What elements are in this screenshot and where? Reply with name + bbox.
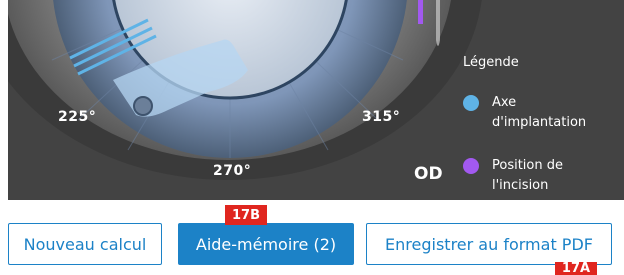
angle-label-270: 270°: [213, 163, 252, 179]
legend-label-axis: Axe d'implantation: [492, 93, 586, 133]
legend-dot-axis: [463, 95, 479, 111]
incision-marker: [418, 0, 423, 24]
legend-label-incision-line2: l'incision: [492, 178, 549, 193]
new-calculation-button[interactable]: Nouveau calcul: [8, 223, 162, 265]
save-pdf-button[interactable]: Enregistrer au format PDF: [366, 223, 612, 265]
lid-edge: [436, 0, 440, 46]
callout-tag-17a: 17A: [555, 262, 597, 275]
legend-title: Légende: [463, 55, 519, 70]
action-bar: Nouveau calcul Aide-mémoire (2) Enregist…: [0, 200, 624, 275]
legend-label-incision-line1: Position de: [492, 158, 563, 173]
eye-diagram-panel: 225° 315° 270° OD Légende Axe d'implanta…: [8, 0, 624, 200]
legend-dot-incision: [463, 158, 479, 174]
implant-marker: [133, 96, 153, 116]
memo-button[interactable]: Aide-mémoire (2): [178, 223, 354, 265]
angle-label-225: 225°: [58, 109, 97, 125]
legend-label-axis-line2: d'implantation: [492, 115, 587, 130]
legend-label-axis-line1: Axe: [492, 95, 517, 110]
eye-side-label: OD: [414, 164, 443, 184]
callout-tag-17b: 17B: [225, 205, 267, 225]
angle-label-315: 315°: [362, 109, 401, 125]
legend-label-incision: Position de l'incision: [492, 156, 563, 196]
